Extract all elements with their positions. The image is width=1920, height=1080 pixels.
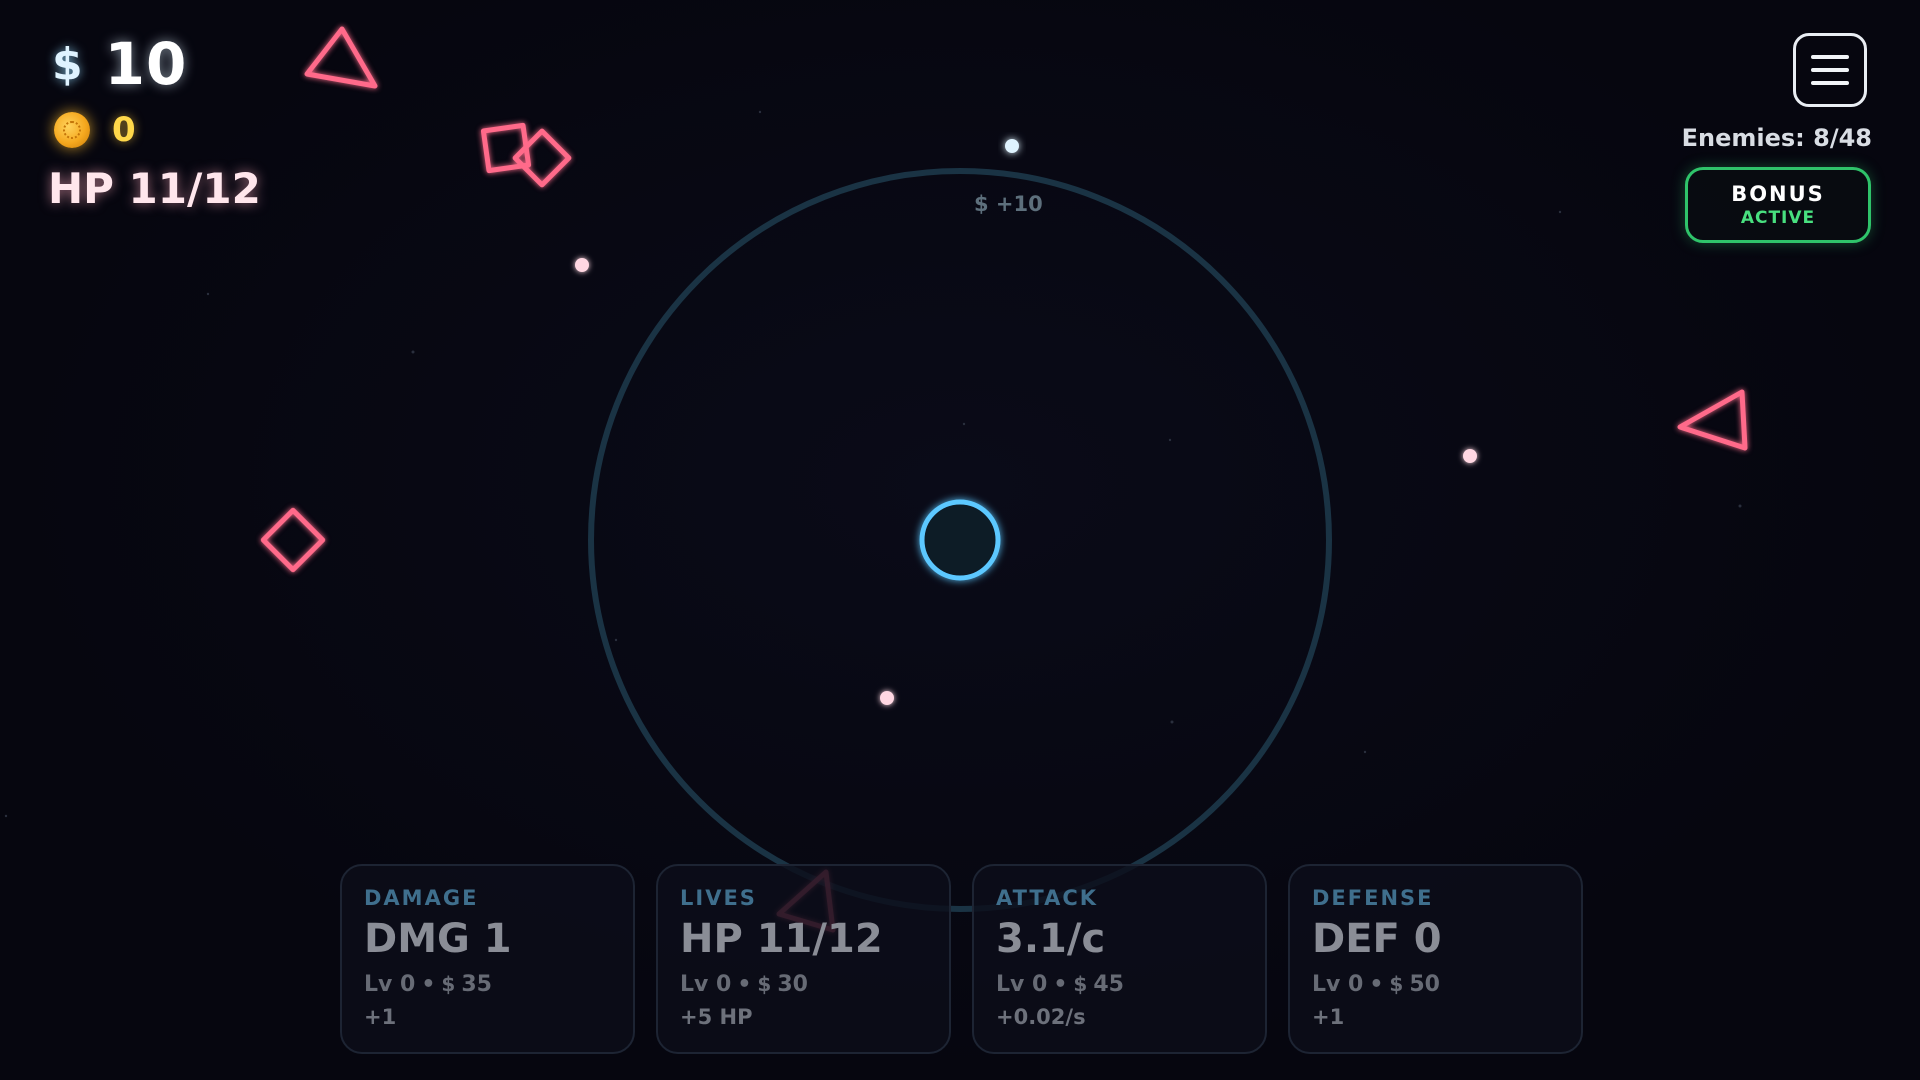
bonus-title: BONUS — [1731, 182, 1825, 206]
dollar-icon: $ — [757, 972, 772, 996]
enemy-diamond — [260, 507, 326, 573]
enemy-projectile — [575, 258, 589, 272]
dollar-icon: $ — [1389, 972, 1404, 996]
upgrade-level: Lv 0 — [364, 972, 416, 997]
hamburger-menu-icon — [1811, 81, 1849, 85]
money-amount: 10 — [104, 30, 188, 98]
enemy-triangle — [304, 26, 378, 89]
upgrade-cost: 50 — [1409, 972, 1440, 997]
upgrade-cost-line: Lv 0 • $ 50 — [1312, 972, 1440, 997]
game-stage: $ +10 $ 10 0 HP 11/12 Enemies: 8/48 BONU… — [0, 0, 1920, 1080]
upgrade-level: Lv 0 — [1312, 972, 1364, 997]
upgrade-value: 3.1/c — [996, 916, 1106, 962]
upgrade-category: LIVES — [680, 886, 757, 910]
upgrade-level: Lv 0 — [680, 972, 732, 997]
dollar-icon: $ — [1073, 972, 1088, 996]
upgrade-card-attack[interactable]: ATTACK 3.1/c Lv 0 • $ 45 +0.02/s — [972, 864, 1267, 1054]
upgrade-card-damage[interactable]: DAMAGE DMG 1 Lv 0 • $ 35 +1 — [340, 864, 635, 1054]
background-stars — [4, 110, 1742, 818]
hp-display: HP 11/12 — [48, 164, 261, 213]
upgrade-value: DMG 1 — [364, 916, 512, 962]
upgrade-level: Lv 0 — [996, 972, 1048, 997]
money-display: $ 10 — [52, 30, 187, 98]
upgrade-value: DEF 0 — [1312, 916, 1442, 962]
enemies-counter: Enemies: 8/48 — [1681, 124, 1872, 152]
upgrade-value: HP 11/12 — [680, 916, 883, 962]
coin-display: 0 — [54, 110, 136, 150]
upgrade-bonus: +0.02/s — [996, 1005, 1086, 1029]
upgrade-card-defense[interactable]: DEFENSE DEF 0 Lv 0 • $ 50 +1 — [1288, 864, 1583, 1054]
coin-amount: 0 — [112, 110, 136, 150]
upgrade-cost-line: Lv 0 • $ 45 — [996, 972, 1124, 997]
upgrade-card-lives[interactable]: LIVES HP 11/12 Lv 0 • $ 30 +5 HP — [656, 864, 951, 1054]
upgrade-bonus: +5 HP — [680, 1005, 753, 1029]
upgrade-bonus: +1 — [1312, 1005, 1345, 1029]
upgrade-panel: DAMAGE DMG 1 Lv 0 • $ 35 +1 LIVES HP 11/1… — [340, 864, 1583, 1054]
coin-icon — [54, 112, 90, 148]
upgrade-cost: 35 — [461, 972, 492, 997]
enemy-projectile — [1463, 449, 1477, 463]
upgrade-category: DEFENSE — [1312, 886, 1434, 910]
dollar-icon: $ — [52, 38, 83, 90]
enemy-projectile — [880, 691, 894, 705]
reward-popup: $ +10 — [974, 192, 1043, 216]
dollar-icon: $ — [441, 972, 456, 996]
upgrade-cost: 45 — [1093, 972, 1124, 997]
upgrade-cost-line: Lv 0 • $ 35 — [364, 972, 492, 997]
upgrade-category: ATTACK — [996, 886, 1099, 910]
hamburger-menu-icon — [1811, 68, 1849, 72]
upgrade-category: DAMAGE — [364, 886, 479, 910]
hamburger-menu-icon — [1811, 55, 1849, 59]
bonus-state: ACTIVE — [1740, 208, 1816, 228]
player-core — [919, 499, 1001, 581]
upgrade-bonus: +1 — [364, 1005, 397, 1029]
bonus-button[interactable]: BONUS ACTIVE — [1685, 167, 1871, 243]
menu-button[interactable] — [1793, 33, 1867, 107]
player-projectile — [1005, 139, 1019, 153]
upgrade-cost-line: Lv 0 • $ 30 — [680, 972, 808, 997]
upgrade-cost: 30 — [777, 972, 808, 997]
enemy-triangle — [1677, 389, 1748, 451]
